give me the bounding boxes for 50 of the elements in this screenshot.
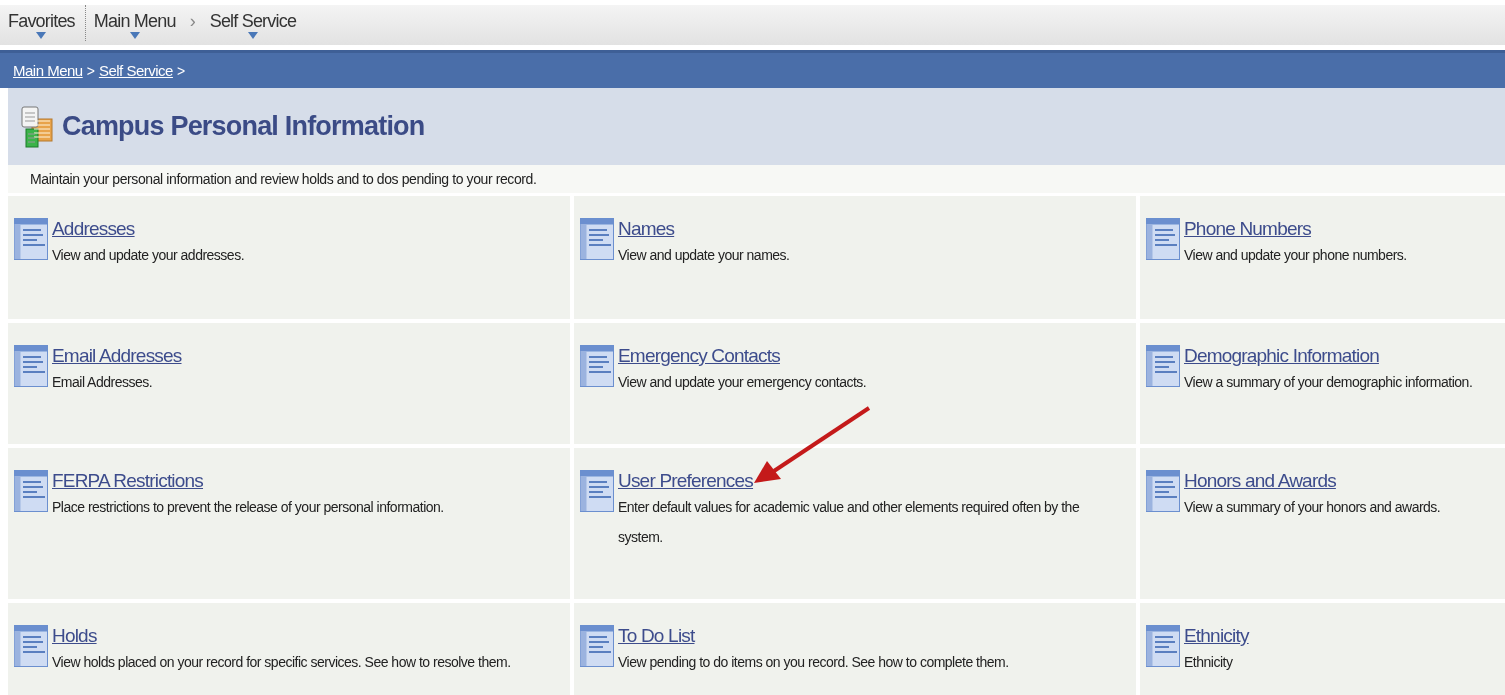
window-icon [14, 625, 48, 667]
dropdown-arrow-icon[interactable] [36, 32, 47, 39]
page-title: Campus Personal Information [62, 111, 425, 142]
tile-link[interactable]: FERPA Restrictions [52, 470, 203, 492]
tile-description: View and update your emergency contacts. [618, 373, 867, 392]
menu-link[interactable]: Favorites [8, 11, 75, 32]
tile-link[interactable]: Email Addresses [52, 345, 182, 367]
tile-link[interactable]: Emergency Contacts [618, 345, 780, 367]
tile-description: View pending to do items on you record. See how to complete them. [618, 653, 1009, 672]
window-icon [14, 218, 48, 260]
page-icon [20, 104, 56, 149]
tile-description: View holds placed on your record for specific services. See how to resolve them. [52, 653, 511, 672]
tile-link[interactable]: Holds [52, 625, 97, 647]
tile-link[interactable]: Ethnicity [1184, 625, 1249, 647]
tile-link[interactable]: Demographic Information [1184, 345, 1379, 367]
tile-description: Ethnicity [1184, 653, 1234, 672]
tile-link[interactable]: User Preferences [618, 470, 754, 492]
tile-description: Enter default values for academic value and other elements required often by the system. [618, 498, 1081, 547]
breadcrumb-link[interactable]: Self Service [98, 62, 173, 79]
tile-link[interactable]: To Do List [618, 625, 695, 647]
tile-description: Place restrictions to prevent the release of your personal information. [52, 498, 444, 517]
window-icon [1146, 470, 1180, 512]
window-icon [580, 345, 614, 387]
tile-description: View a summary of your honors and awards. [1184, 498, 1441, 517]
page-description: Maintain your personal information and review holds and to dos pending to your record. [8, 165, 1505, 193]
tile-description: View a summary of your demographic information. [1184, 373, 1473, 392]
window-icon [14, 470, 48, 512]
window-icon [580, 470, 614, 512]
breadcrumb-separator: > [176, 62, 186, 79]
tile-link[interactable]: Honors and Awards [1184, 470, 1336, 492]
tile-description: Email Addresses. [52, 373, 154, 392]
breadcrumb-link[interactable]: Main Menu [13, 62, 83, 79]
window-icon [14, 345, 48, 387]
window-icon [1146, 218, 1180, 260]
window-icon [580, 218, 614, 260]
tile-link[interactable]: Phone Numbers [1184, 218, 1311, 240]
menu-link[interactable]: Self Service [209, 11, 297, 32]
breadcrumb-separator: > [86, 62, 95, 79]
window-icon [1146, 625, 1180, 667]
dropdown-arrow-icon[interactable] [247, 32, 258, 39]
chevron-separator: › [189, 11, 196, 32]
window-icon [1146, 345, 1180, 387]
dropdown-arrow-icon[interactable] [129, 32, 140, 39]
tile-link[interactable]: Addresses [52, 218, 135, 240]
tile-description: View and update your names. [618, 246, 790, 265]
tile-description: View and update your addresses. [52, 246, 245, 265]
menu-link[interactable]: Main Menu [93, 11, 176, 32]
tile-description: View and update your phone numbers. [1184, 246, 1407, 265]
window-icon [580, 625, 614, 667]
tile-link[interactable]: Names [618, 218, 675, 240]
